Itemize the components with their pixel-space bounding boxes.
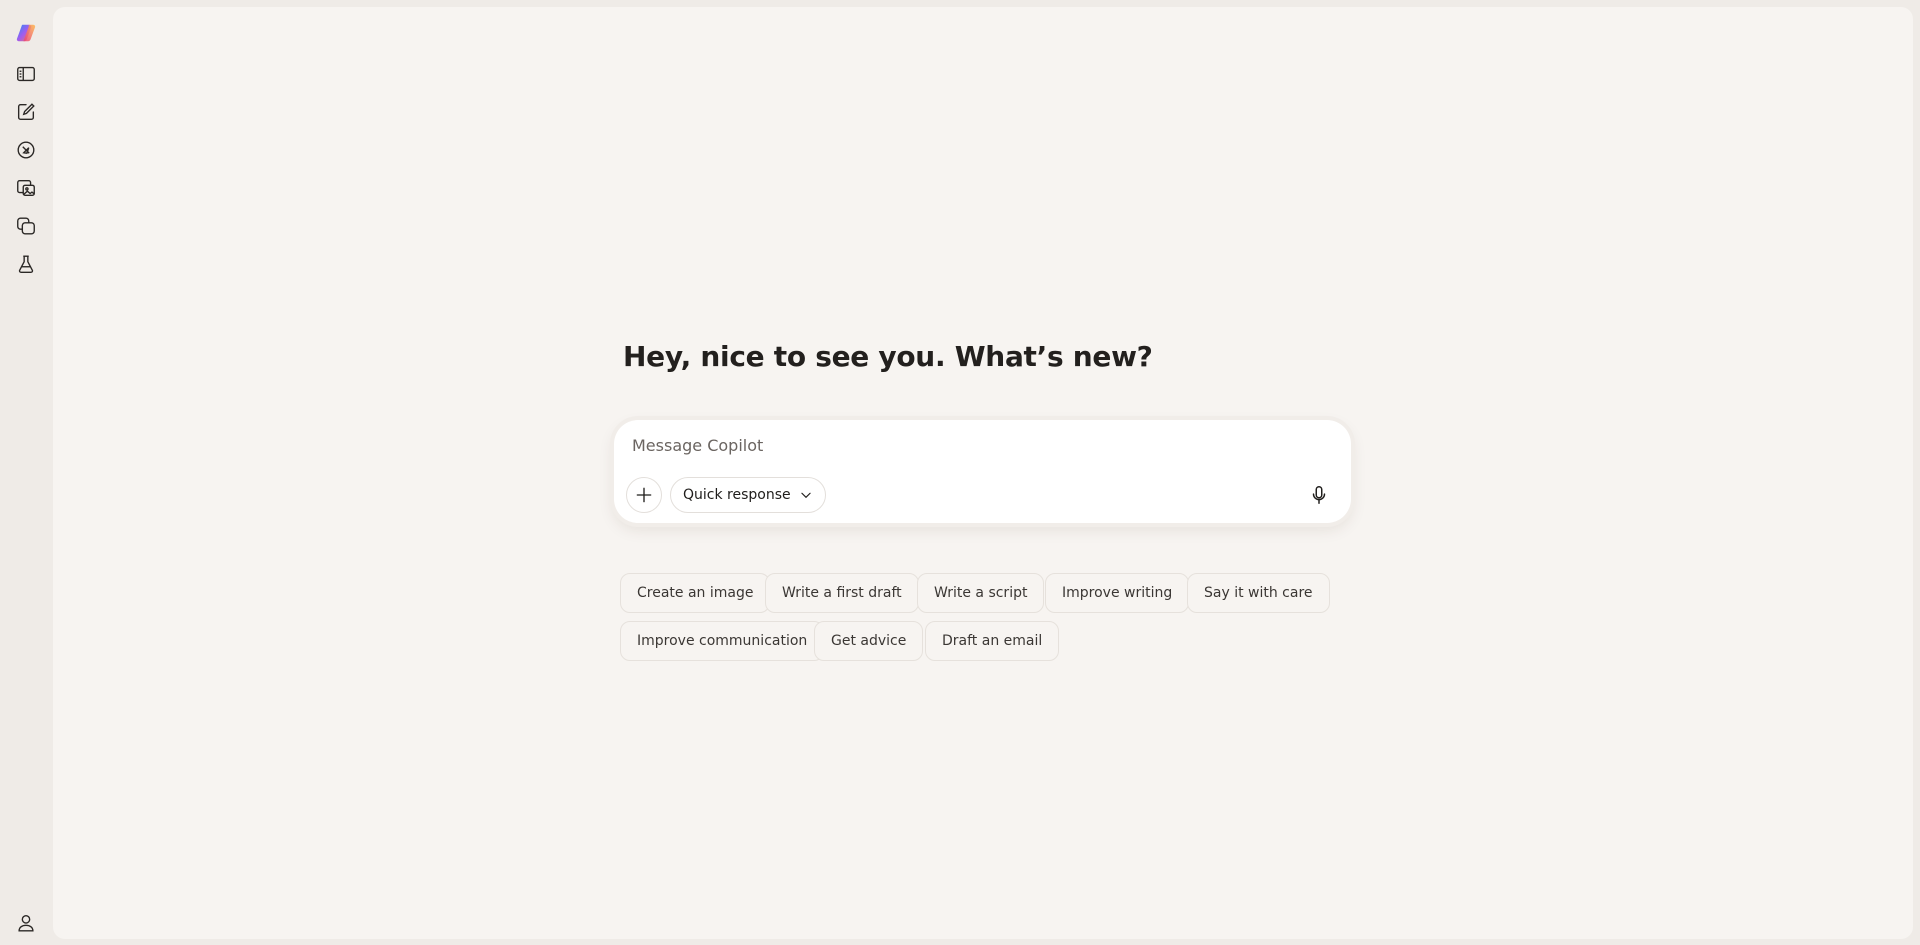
suggestion-chip[interactable]: Write a script xyxy=(917,573,1045,613)
chevron-down-icon xyxy=(800,492,811,499)
pages-icon[interactable] xyxy=(11,211,41,241)
suggestion-chip[interactable]: Improve communication xyxy=(620,621,825,661)
voice-input-button[interactable] xyxy=(1301,477,1337,513)
profile-button[interactable] xyxy=(11,908,41,938)
sidebar-toggle-icon[interactable] xyxy=(11,59,41,89)
suggestion-chip[interactable]: Get advice xyxy=(814,621,924,661)
profile-icon xyxy=(18,914,34,932)
microphone-icon xyxy=(1312,486,1326,504)
suggestion-chip[interactable]: Draft an email xyxy=(925,621,1060,661)
suggestion-chip[interactable]: Improve writing xyxy=(1045,573,1190,613)
image-gallery-icon[interactable] xyxy=(11,173,41,203)
copilot-logo-icon[interactable] xyxy=(11,18,41,48)
plus-icon xyxy=(636,487,652,503)
suggestion-chip[interactable]: Say it with care xyxy=(1187,573,1330,613)
response-mode-label: Quick response xyxy=(683,487,791,503)
response-mode-dropdown[interactable]: Quick response xyxy=(670,477,826,513)
message-input[interactable] xyxy=(632,430,1322,460)
suggestion-chip[interactable]: Create an image xyxy=(620,573,771,613)
new-chat-icon[interactable] xyxy=(11,97,41,127)
suggestion-chip[interactable]: Write a first draft xyxy=(765,573,919,613)
message-composer: Quick response xyxy=(614,420,1351,523)
add-attachment-button[interactable] xyxy=(626,477,662,513)
labs-icon[interactable] xyxy=(11,249,41,279)
sidebar-rail xyxy=(0,0,52,945)
discover-icon[interactable] xyxy=(11,135,41,165)
greeting-heading: Hey, nice to see you. What’s new? xyxy=(623,340,1153,373)
